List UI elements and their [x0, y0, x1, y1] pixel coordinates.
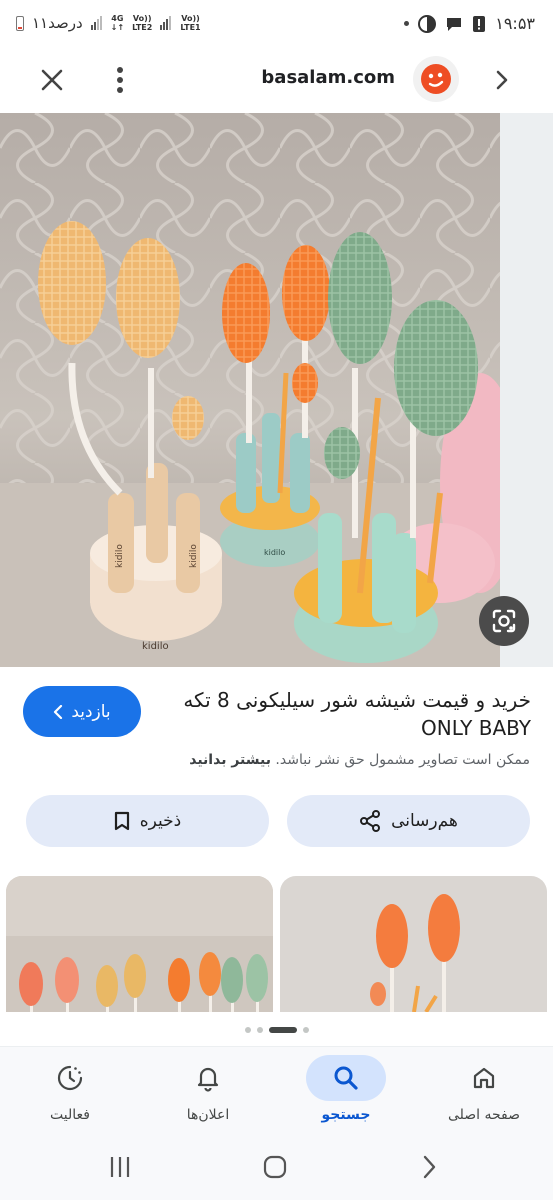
home-circle-icon — [263, 1155, 287, 1179]
carousel-indicator — [0, 1025, 553, 1035]
chevron-left-icon — [54, 704, 63, 719]
product-image[interactable]: kidilo kidilo kidilo kidilo — [0, 113, 500, 667]
save-label: ذخیره — [139, 811, 182, 831]
alert-icon — [473, 15, 486, 32]
nav-home[interactable]: صفحه اصلی — [415, 1047, 553, 1139]
save-button[interactable]: ذخیره — [26, 795, 269, 847]
chevron-right-icon — [496, 70, 508, 90]
nav-notifications-icon-wrap — [168, 1055, 248, 1101]
learn-more-link[interactable]: بیشتر بدانید — [189, 752, 271, 768]
recent-apps-button[interactable] — [106, 1154, 134, 1180]
google-lens-icon — [492, 609, 516, 633]
battery-percent: ۱۱درصد — [32, 14, 83, 32]
nav-search-label: جستجو — [321, 1107, 371, 1123]
site-logo — [413, 56, 459, 102]
home-system-button[interactable] — [262, 1154, 288, 1180]
brand-label-1: kidilo — [115, 544, 125, 568]
related-image-2[interactable] — [280, 876, 547, 1012]
back-system-button[interactable] — [418, 1154, 440, 1180]
chat-icon — [447, 17, 462, 31]
product-photo: kidilo kidilo kidilo kidilo — [0, 113, 500, 667]
clock: ۱۹:۵۳ — [495, 14, 535, 33]
result-title: خرید و قیمت شیشه شور سیلیکونی 8 تکه ONLY… — [183, 688, 531, 740]
recent-apps-icon — [110, 1157, 130, 1177]
related-image-1[interactable] — [6, 876, 273, 1012]
share-icon — [360, 810, 381, 832]
brand-label-4: kidilo — [264, 548, 285, 557]
share-label: هم‌رسانی — [391, 811, 458, 831]
nav-home-icon-wrap — [444, 1055, 524, 1101]
visit-label: بازدید — [71, 701, 111, 722]
signal-icon — [90, 16, 102, 30]
next-image-preview[interactable] — [500, 113, 553, 667]
nav-search-icon-wrap — [306, 1055, 386, 1101]
status-right: ۱۹:۵۳ — [404, 14, 535, 33]
activity-icon — [57, 1065, 83, 1091]
nav-activity[interactable]: فعالیت — [1, 1047, 139, 1139]
nav-home-label: صفحه اصلی — [447, 1107, 521, 1123]
brand-label-3: kidilo — [142, 641, 169, 652]
related-photo-1 — [6, 876, 273, 1012]
lte-indicator-1: Vo)) LTE2 — [132, 14, 153, 32]
bell-icon — [197, 1067, 219, 1092]
brand-label-2: kidilo — [189, 544, 199, 568]
basalam-logo-icon — [421, 64, 451, 94]
copyright-notice: ممکن است تصاویر مشمول حق نشر نباشد. بیشت… — [189, 752, 530, 768]
nav-notifications-label: اعلان‌ها — [186, 1107, 230, 1123]
lte-indicator-2: Vo)) LTE1 — [180, 14, 201, 32]
notice-text: ممکن است تصاویر مشمول حق نشر نباشد. — [275, 752, 530, 768]
visit-button[interactable]: بازدید — [23, 686, 141, 737]
dot-icon — [404, 21, 410, 26]
nav-activity-label: فعالیت — [50, 1107, 90, 1123]
status-left: ۱۱درصد 4G ↓↑ Vo)) LTE2 Vo)) LTE1 — [16, 14, 201, 32]
battery-icon — [16, 15, 24, 31]
nav-search[interactable]: جستجو — [277, 1047, 415, 1139]
nav-activity-icon-wrap — [30, 1055, 110, 1101]
nav-notifications[interactable]: اعلان‌ها — [139, 1047, 277, 1139]
forward-button[interactable] — [490, 66, 514, 94]
vpn-icon — [418, 14, 437, 33]
system-navigation-bar — [0, 1138, 553, 1200]
bottom-navigation: صفحه اصلی جستجو اعلان‌ها فعالیت — [0, 1046, 553, 1139]
net-4g-indicator: 4G ↓↑ — [110, 14, 125, 32]
url-text[interactable]: basalam.com — [0, 67, 395, 88]
carousel-dot — [244, 1027, 251, 1033]
home-icon — [473, 1067, 495, 1089]
carousel-dot-active — [268, 1027, 297, 1033]
status-bar: ۱۱درصد 4G ↓↑ Vo)) LTE2 Vo)) LTE1 ۱۹:۵۳ — [0, 0, 553, 52]
back-chevron-icon — [423, 1155, 436, 1179]
share-button[interactable]: هم‌رسانی — [287, 795, 530, 847]
carousel-dot — [256, 1027, 263, 1033]
browser-bar: basalam.com — [0, 52, 553, 112]
bookmark-icon — [114, 811, 129, 831]
search-icon — [334, 1066, 358, 1090]
lens-button[interactable] — [479, 596, 529, 646]
related-photo-2 — [280, 876, 547, 1012]
carousel-dot — [302, 1027, 309, 1033]
signal-icon-2 — [160, 16, 172, 30]
